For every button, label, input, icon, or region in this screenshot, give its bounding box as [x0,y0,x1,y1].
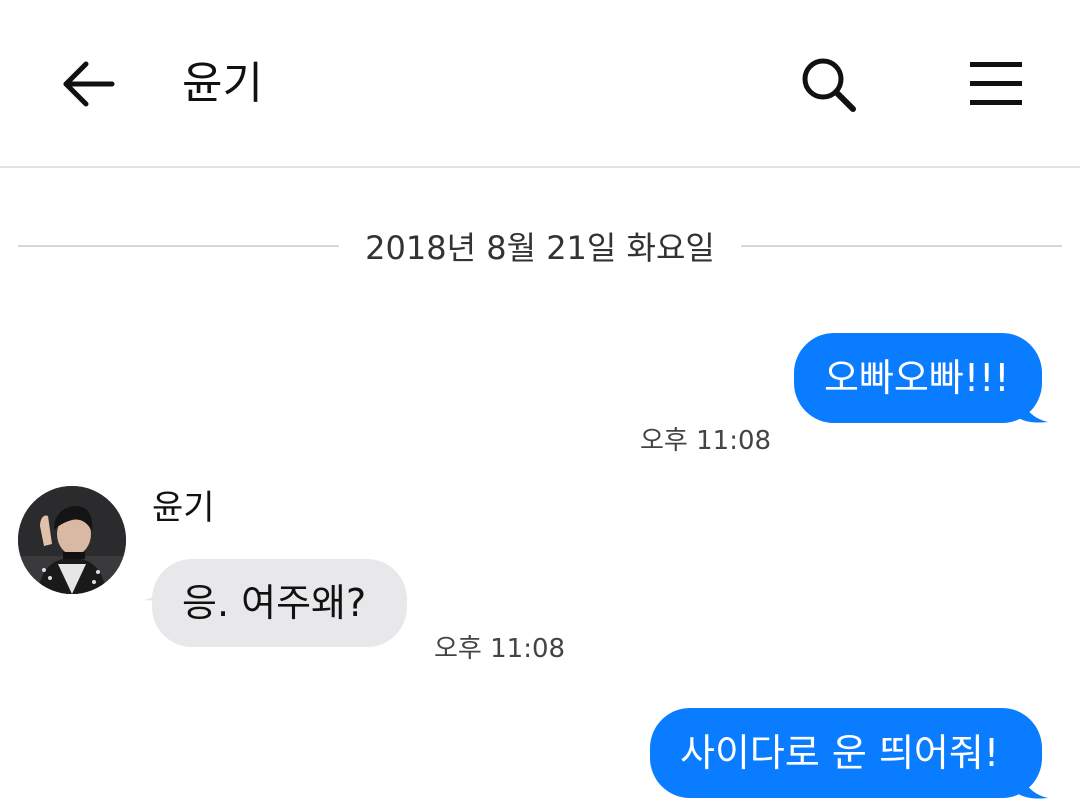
chat-title: 윤기 [182,58,263,109]
date-separator-line-left [18,245,340,247]
search-button[interactable] [796,52,860,116]
date-label: 2018년 8월 21일 화요일 [365,229,715,267]
arrow-left-icon [63,61,115,107]
avatar[interactable] [18,486,126,594]
message-bubble-incoming[interactable]: 응. 여주왜? [152,559,407,647]
message-text: 응. 여주왜? [182,581,367,625]
back-button[interactable] [56,52,120,116]
search-icon [802,58,856,112]
message-timestamp: 오후 11:08 [640,426,772,456]
message-bubble-outgoing[interactable]: 오빠오빠!!! [794,333,1042,423]
sender-name: 윤기 [152,488,215,528]
date-separator: 2018년 8월 21일 화요일 [18,224,1063,268]
message-timestamp: 오후 11:08 [434,634,566,664]
profile-photo [18,486,126,594]
message-bubble-outgoing[interactable]: 사이다로 운 띄어줘! [650,708,1042,798]
hamburger-menu-icon [970,62,1022,105]
message-text: 사이다로 운 띄어줘! [680,731,1000,775]
date-separator-line-right [740,245,1063,247]
menu-button[interactable] [964,52,1028,116]
chat-header: 윤기 [0,0,1080,168]
message-text: 오빠오빠!!! [824,356,1010,400]
